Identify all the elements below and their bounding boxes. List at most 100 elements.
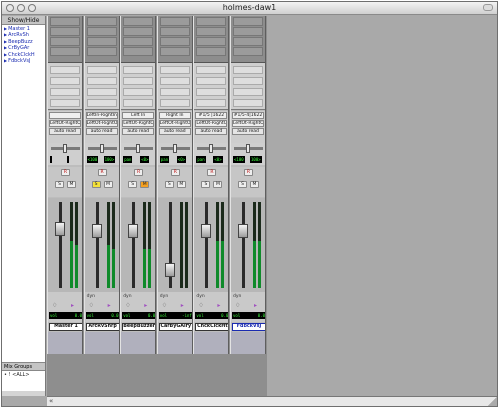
solo-button[interactable]: S bbox=[238, 181, 247, 188]
automation-mode-button[interactable]: auto read bbox=[122, 128, 155, 135]
pan-slider[interactable] bbox=[197, 144, 227, 153]
output-selector[interactable]: LeftOt-RightOt bbox=[49, 120, 81, 127]
track-name-button[interactable]: FdbckVsJ bbox=[232, 323, 265, 331]
send-slot[interactable] bbox=[233, 66, 263, 74]
group-icon[interactable]: ♢ bbox=[89, 302, 94, 309]
voice-icon[interactable]: ▸ bbox=[181, 302, 184, 309]
input-selector[interactable]: Right In bbox=[158, 112, 191, 119]
send-slot[interactable] bbox=[50, 66, 80, 74]
record-button[interactable]: R bbox=[134, 169, 144, 176]
track-name-button[interactable]: Master 1 bbox=[49, 323, 82, 331]
send-slot[interactable] bbox=[86, 66, 117, 74]
track-visible-icon[interactable]: ▶ bbox=[4, 58, 7, 63]
send-slot[interactable] bbox=[196, 99, 227, 107]
output-selector[interactable]: LeftOt-RightOt bbox=[85, 120, 118, 127]
fader-track[interactable] bbox=[242, 202, 245, 288]
fader-track[interactable] bbox=[59, 202, 62, 288]
track-visible-icon[interactable]: ▶ bbox=[4, 39, 7, 44]
fader-track[interactable] bbox=[205, 202, 209, 288]
solo-button[interactable]: S bbox=[164, 181, 174, 188]
output-selector[interactable]: LeftOt-RightOt bbox=[195, 120, 228, 127]
send-slot[interactable] bbox=[123, 88, 154, 96]
group-icon[interactable]: ♢ bbox=[52, 302, 57, 309]
insert-slot[interactable] bbox=[233, 17, 263, 26]
automation-mode-button[interactable]: auto read bbox=[232, 128, 264, 135]
pan-slider-thumb[interactable] bbox=[246, 144, 250, 153]
mute-button[interactable]: M bbox=[103, 181, 113, 188]
pan-slider-thumb[interactable] bbox=[209, 144, 214, 153]
send-slot[interactable] bbox=[159, 77, 190, 85]
toolbar-toggle-button[interactable] bbox=[483, 4, 493, 11]
fader-track[interactable] bbox=[95, 202, 99, 288]
automation-mode-button[interactable]: auto read bbox=[195, 128, 228, 135]
insert-slot[interactable] bbox=[50, 17, 80, 26]
mix-groups-header[interactable]: Mix Groups bbox=[2, 363, 45, 371]
mute-button[interactable]: M bbox=[250, 181, 259, 188]
mute-button[interactable]: M bbox=[140, 181, 150, 188]
pan-slider[interactable] bbox=[51, 144, 80, 153]
track-name-button[interactable]: BeepBuzzer bbox=[122, 323, 156, 331]
track-name-button[interactable]: ChckClckHt bbox=[195, 323, 229, 331]
mute-button[interactable]: M bbox=[176, 181, 186, 188]
send-slot[interactable] bbox=[50, 99, 80, 107]
track-visible-icon[interactable]: ▶ bbox=[4, 26, 7, 31]
volume-fader[interactable] bbox=[201, 223, 212, 238]
mute-button[interactable]: M bbox=[67, 181, 76, 188]
track-visible-icon[interactable]: ▶ bbox=[4, 52, 7, 57]
insert-slot[interactable] bbox=[159, 27, 190, 36]
insert-slot[interactable] bbox=[196, 17, 227, 26]
pan-slider[interactable] bbox=[234, 144, 263, 153]
pan-slider[interactable] bbox=[160, 144, 190, 153]
insert-slot[interactable] bbox=[159, 47, 190, 56]
pan-slider-thumb[interactable] bbox=[63, 144, 67, 153]
input-selector[interactable]: #1/5 |1622 bbox=[195, 112, 228, 119]
volume-fader[interactable] bbox=[164, 263, 175, 278]
input-selector[interactable]: LeftIn-RightIn bbox=[85, 112, 118, 119]
pan-slider[interactable] bbox=[87, 144, 117, 153]
insert-slot[interactable] bbox=[50, 37, 80, 46]
send-slot[interactable] bbox=[196, 88, 227, 96]
insert-slot[interactable] bbox=[86, 37, 117, 46]
send-slot[interactable] bbox=[196, 66, 227, 74]
insert-slot[interactable] bbox=[123, 37, 154, 46]
show-hide-header[interactable]: Show/Hide bbox=[2, 16, 45, 25]
output-selector[interactable]: LeftOt-RightOt bbox=[158, 120, 191, 127]
insert-slot[interactable] bbox=[196, 27, 227, 36]
track-visible-icon[interactable]: ▶ bbox=[4, 32, 7, 37]
track-name-button[interactable]: ArcRvShrp bbox=[85, 323, 119, 331]
group-icon[interactable]: ♢ bbox=[162, 302, 167, 309]
output-selector[interactable]: LeftOt-RightOt bbox=[122, 120, 155, 127]
send-slot[interactable] bbox=[123, 66, 154, 74]
insert-slot[interactable] bbox=[50, 47, 80, 56]
record-button[interactable]: R bbox=[244, 169, 253, 176]
insert-slot[interactable] bbox=[196, 37, 227, 46]
input-selector[interactable] bbox=[49, 112, 81, 119]
send-slot[interactable] bbox=[86, 99, 117, 107]
send-slot[interactable] bbox=[233, 88, 263, 96]
insert-slot[interactable] bbox=[86, 47, 117, 56]
solo-button[interactable]: S bbox=[91, 181, 101, 188]
voice-icon[interactable]: ▸ bbox=[254, 302, 257, 309]
record-button[interactable]: R bbox=[97, 169, 107, 176]
insert-slot[interactable] bbox=[159, 37, 190, 46]
send-slot[interactable] bbox=[86, 77, 117, 85]
input-selector[interactable]: Left In bbox=[122, 112, 155, 119]
record-button[interactable]: R bbox=[170, 169, 180, 176]
voice-icon[interactable]: ▸ bbox=[71, 302, 74, 309]
send-slot[interactable] bbox=[50, 88, 80, 96]
automation-mode-button[interactable]: auto read bbox=[85, 128, 118, 135]
insert-slot[interactable] bbox=[50, 27, 80, 36]
mix-group-all[interactable]: • ! <ALL> bbox=[2, 371, 45, 391]
insert-slot[interactable] bbox=[123, 27, 154, 36]
voice-icon[interactable]: ▸ bbox=[144, 302, 147, 309]
pan-slider[interactable] bbox=[124, 144, 154, 153]
send-slot[interactable] bbox=[233, 77, 263, 85]
voice-icon[interactable]: ▸ bbox=[217, 302, 220, 309]
group-icon[interactable]: ♢ bbox=[235, 302, 240, 309]
insert-slot[interactable] bbox=[86, 17, 117, 26]
send-slot[interactable] bbox=[159, 88, 190, 96]
automation-mode-button[interactable]: auto read bbox=[158, 128, 191, 135]
solo-button[interactable]: S bbox=[55, 181, 64, 188]
send-slot[interactable] bbox=[159, 99, 190, 107]
input-selector[interactable]: #1/5-4|1622 bbox=[232, 112, 264, 119]
